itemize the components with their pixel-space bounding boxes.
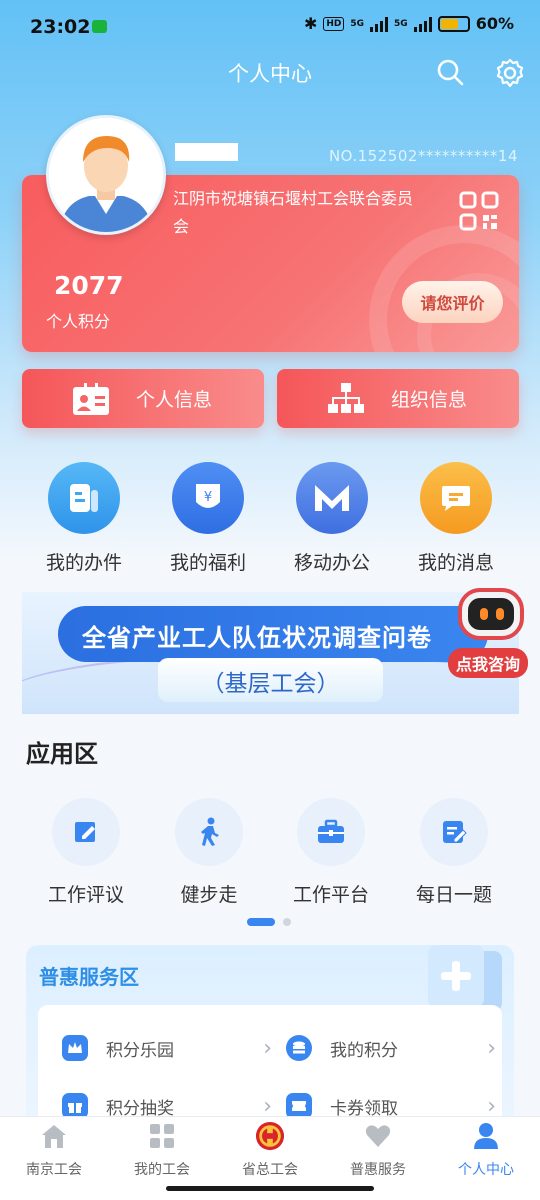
battery-icon <box>437 15 470 32</box>
tab-label: 普惠服务 <box>350 1162 406 1178</box>
coins-icon <box>286 1035 312 1061</box>
benefit-label: 卡券领取 <box>330 1098 398 1119</box>
benefit-points-park[interactable]: 积分乐园 › <box>62 1035 272 1061</box>
pager-dot-active <box>247 918 275 926</box>
tab-label: 我的工会 <box>134 1162 190 1178</box>
tab-nanjing-union[interactable]: 南京工会 <box>0 1121 108 1179</box>
home-indicator[interactable] <box>166 1186 374 1191</box>
org-info-button[interactable]: 组织信息 <box>277 369 519 428</box>
benefit-label: 积分乐园 <box>106 1040 174 1061</box>
org-info-label: 组织信息 <box>391 389 468 411</box>
pager-dot <box>283 918 291 926</box>
benefit-my-points[interactable]: 我的积分 › <box>286 1035 496 1061</box>
app-daily-question[interactable]: 每日一题 <box>404 798 504 907</box>
quick-item-label: 我的福利 <box>169 552 246 574</box>
hd-icon: HD <box>323 16 345 31</box>
yuan-shield-icon: ¥ <box>172 462 244 534</box>
status-bar: 23:02 ✱ HD 5G 5G 60% <box>0 0 540 52</box>
user-name-redacted <box>175 143 238 161</box>
avatar-illustration <box>49 118 163 232</box>
wechat-notification-icon <box>92 20 107 33</box>
app-label: 工作平台 <box>292 884 369 906</box>
organization-name: 江阴市祝塘镇石堰村工会联合委员会 <box>173 189 414 236</box>
app-work-platform[interactable]: 工作平台 <box>281 798 381 907</box>
survey-banner[interactable]: 全省产业工人队伍状况调查问卷 （基层工会） <box>22 592 519 714</box>
app-walking[interactable]: 健步走 <box>159 798 259 907</box>
points-label: 个人积分 <box>46 312 111 331</box>
benefits-title: 普惠服务区 <box>39 965 139 989</box>
tab-label: 南京工会 <box>26 1162 82 1178</box>
apps-section-title: 应用区 <box>26 740 98 768</box>
app-label: 每日一题 <box>415 884 492 906</box>
banner-title: 全省产业工人队伍状况调查问卷 <box>82 624 432 652</box>
quick-item-label: 我的消息 <box>417 552 494 574</box>
avatar[interactable] <box>46 115 166 235</box>
heart-hand-icon <box>363 1121 393 1151</box>
crown-icon <box>62 1035 88 1061</box>
chevron-right-icon: › <box>263 1093 272 1119</box>
tab-label: 省总工会 <box>242 1162 298 1178</box>
status-indicators: ✱ HD 5G 5G 60% <box>304 14 514 33</box>
robot-eye-right <box>496 608 504 620</box>
tab-benefit-services[interactable]: 普惠服务 <box>324 1121 432 1179</box>
tab-my-union[interactable]: 我的工会 <box>108 1121 216 1179</box>
quick-item-my-cases[interactable]: 我的办件 <box>34 462 134 575</box>
briefcase-icon <box>297 798 365 866</box>
walking-icon <box>175 798 243 866</box>
qr-code-icon[interactable] <box>459 191 499 231</box>
quick-item-label: 移动办公 <box>293 552 370 574</box>
banner-subtitle: （基层工会） <box>201 671 340 697</box>
robot-screen <box>468 598 514 630</box>
robot-eye-left <box>480 608 488 620</box>
member-number: NO.152502**********14 <box>328 147 518 165</box>
grid-icon <box>147 1121 177 1151</box>
id-card-icon <box>73 382 109 415</box>
home-icon <box>39 1121 69 1151</box>
quick-item-my-benefits[interactable]: ¥ 我的福利 <box>158 462 258 575</box>
quick-item-mobile-office[interactable]: 移动办公 <box>282 462 382 575</box>
tab-provincial-union[interactable]: 省总工会 <box>216 1121 324 1179</box>
battery-percent: 60% <box>475 14 514 33</box>
app-label: 工作评议 <box>47 884 124 906</box>
bluetooth-icon: ✱ <box>303 14 318 33</box>
benefit-label: 我的积分 <box>330 1040 398 1061</box>
cards-decoration-icon <box>428 945 502 1011</box>
search-icon[interactable] <box>436 58 464 86</box>
signal-icon-2 <box>413 16 432 32</box>
quick-item-label: 我的办件 <box>45 552 122 574</box>
signal-icon <box>370 16 389 32</box>
chevron-right-icon: › <box>487 1093 496 1119</box>
personal-info-button[interactable]: 个人信息 <box>22 369 264 428</box>
points-value: 2077 <box>54 271 124 300</box>
chevron-right-icon: › <box>263 1035 272 1061</box>
personal-info-label: 个人信息 <box>136 389 213 411</box>
quick-actions: 我的办件 ¥ 我的福利 移动办公 我的消息 <box>0 462 540 577</box>
settings-gear-icon[interactable] <box>495 58 525 88</box>
network-label-a: 5G <box>350 18 365 29</box>
apps-pager[interactable] <box>247 918 291 926</box>
tab-personal-center[interactable]: 个人中心 <box>432 1121 540 1179</box>
status-time: 23:02 <box>30 16 91 38</box>
app-label: 健步走 <box>180 884 238 906</box>
m-logo-icon <box>296 462 368 534</box>
rate-us-button[interactable]: 请您评价 <box>402 281 503 323</box>
quick-item-my-messages[interactable]: 我的消息 <box>406 462 506 575</box>
quiz-icon <box>420 798 488 866</box>
user-icon <box>471 1121 501 1151</box>
network-label-b: 5G <box>394 18 408 29</box>
union-emblem-icon <box>255 1121 285 1151</box>
documents-icon <box>48 462 120 534</box>
tab-label: 个人中心 <box>458 1162 514 1178</box>
chevron-right-icon: › <box>487 1035 496 1061</box>
org-chart-icon <box>328 382 364 413</box>
chatbot-label: 点我咨询 <box>448 648 529 678</box>
svg-text:¥: ¥ <box>204 490 212 505</box>
message-bubble-icon <box>420 462 492 534</box>
chatbot-floating-button[interactable]: 点我咨询 <box>448 578 534 678</box>
benefits-panel: 普惠服务区 积分乐园 › 我的积分 › 积分抽奖 › 卡券领取 › <box>26 945 514 1165</box>
edit-note-icon <box>52 798 120 866</box>
benefit-label: 积分抽奖 <box>106 1098 174 1119</box>
app-work-review[interactable]: 工作评议 <box>36 798 136 907</box>
